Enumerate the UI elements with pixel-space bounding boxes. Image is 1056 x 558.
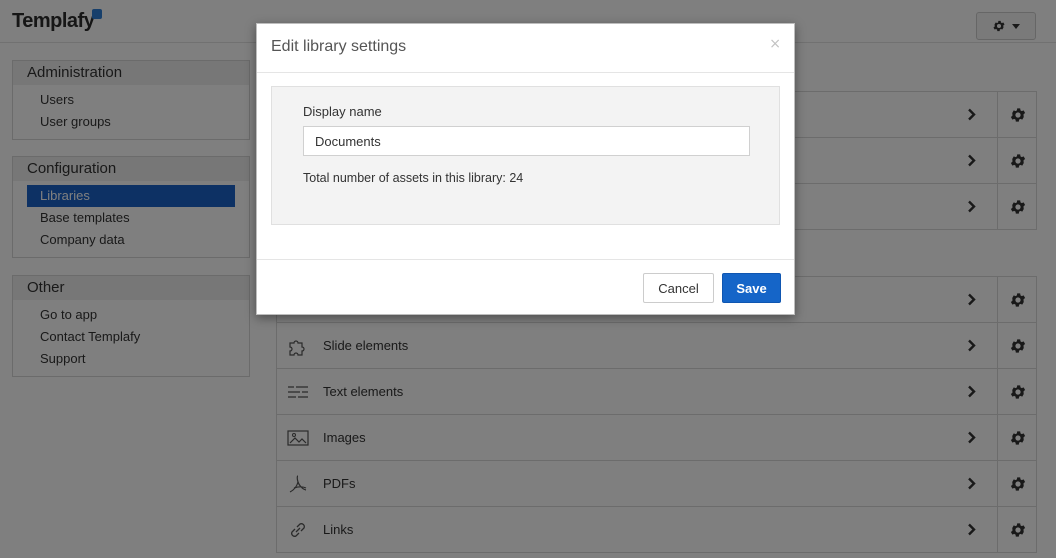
settings-panel: Display name Total number of assets in t… — [271, 86, 780, 225]
close-icon[interactable]: × — [769, 36, 781, 52]
display-name-label: Display name — [303, 104, 382, 119]
dialog-header: Edit library settings × — [257, 24, 794, 73]
dialog-title: Edit library settings — [271, 38, 407, 55]
display-name-input[interactable] — [303, 126, 750, 156]
cancel-button[interactable]: Cancel — [643, 273, 714, 303]
asset-count-text: Total number of assets in this library: … — [303, 171, 524, 185]
edit-library-dialog: Edit library settings × Display name Tot… — [256, 23, 795, 315]
save-button[interactable]: Save — [722, 273, 781, 303]
dialog-footer: Cancel Save — [257, 259, 794, 316]
